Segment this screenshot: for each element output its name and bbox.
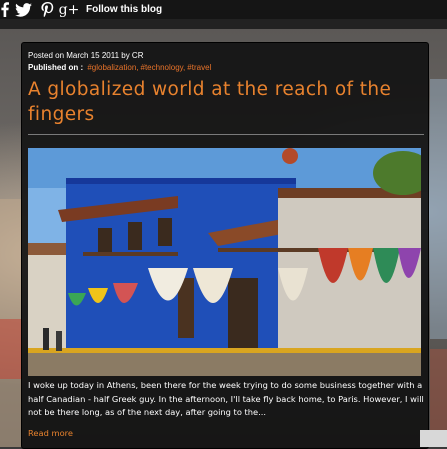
twitter-icon[interactable] — [10, 0, 36, 19]
read-more-link[interactable]: Read more — [28, 428, 73, 438]
post-title[interactable]: A globalized world at the reach of the f… — [28, 77, 423, 127]
tag-link[interactable]: #travel — [187, 63, 211, 72]
tag-link[interactable]: #globalization, — [87, 63, 138, 72]
corner-fragment — [420, 430, 447, 447]
facebook-icon[interactable] — [0, 0, 10, 19]
follow-blog-link[interactable]: Follow this blog — [86, 4, 162, 15]
post-excerpt: I woke up today in Athens, been there fo… — [28, 380, 424, 417]
title-divider — [28, 134, 424, 135]
google-plus-icon[interactable]: g+ — [58, 0, 80, 19]
pinterest-icon[interactable] — [36, 0, 58, 19]
blog-post-card: Posted on March 15 2011 by CR Published … — [21, 42, 429, 449]
social-bar: g+ Follow this blog — [0, 0, 447, 19]
post-date-author: Posted on March 15 2011 by CR — [28, 51, 144, 60]
google-plus-glyph: g+ — [58, 1, 80, 18]
post-tags-line: Published on : #globalization, #technolog… — [28, 63, 211, 72]
tag-link[interactable]: #technology, — [141, 63, 186, 72]
published-label: Published on : — [28, 63, 84, 72]
post-image[interactable] — [28, 148, 421, 376]
